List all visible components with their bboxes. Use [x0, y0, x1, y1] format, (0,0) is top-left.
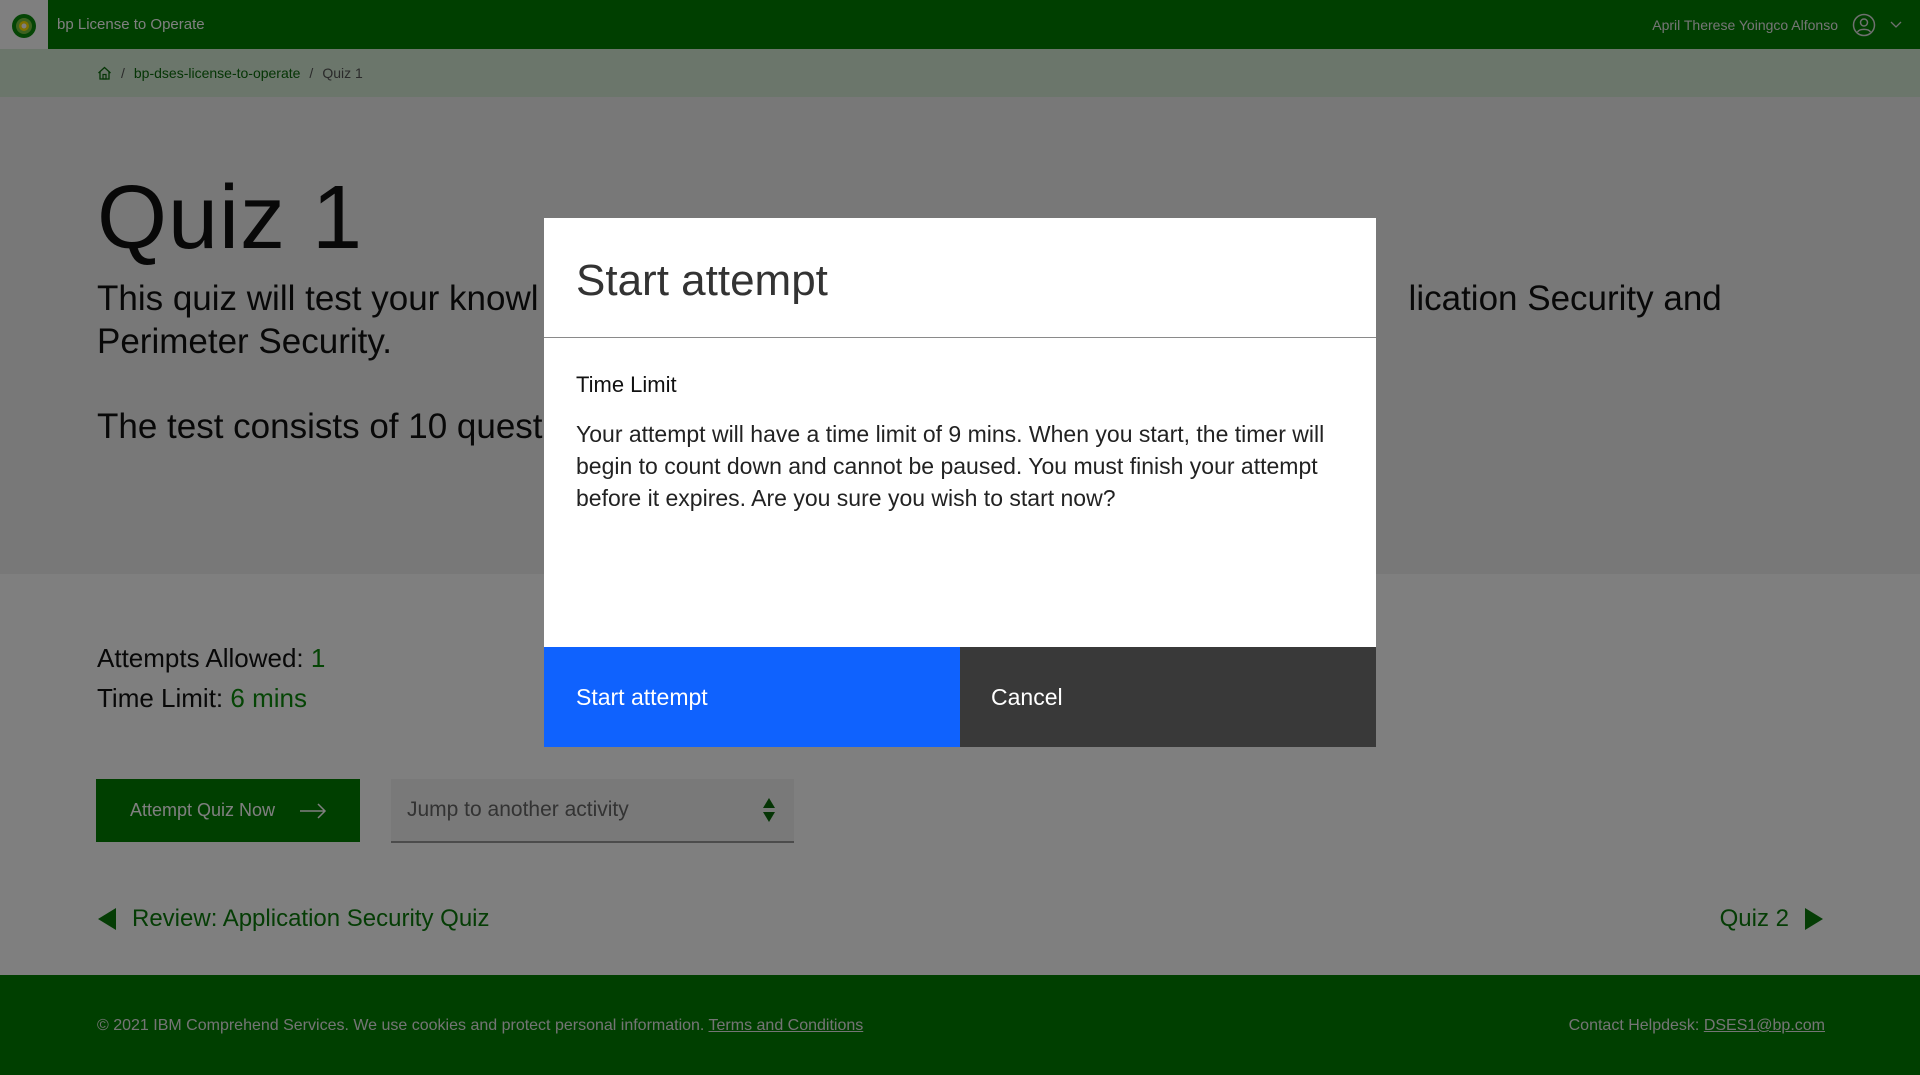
dialog-message: Your attempt will have a time limit of 9… — [576, 421, 1325, 511]
start-attempt-button[interactable]: Start attempt — [544, 647, 960, 747]
dialog-body: Time Limit Your attempt will have a time… — [544, 338, 1376, 514]
start-attempt-dialog: Start attempt Time Limit Your attempt wi… — [544, 218, 1376, 747]
dialog-title: Start attempt — [544, 218, 1376, 338]
cancel-button[interactable]: Cancel — [960, 647, 1376, 747]
dialog-section-heading: Time Limit — [576, 372, 677, 397]
dialog-actions: Start attempt Cancel — [544, 647, 1376, 747]
